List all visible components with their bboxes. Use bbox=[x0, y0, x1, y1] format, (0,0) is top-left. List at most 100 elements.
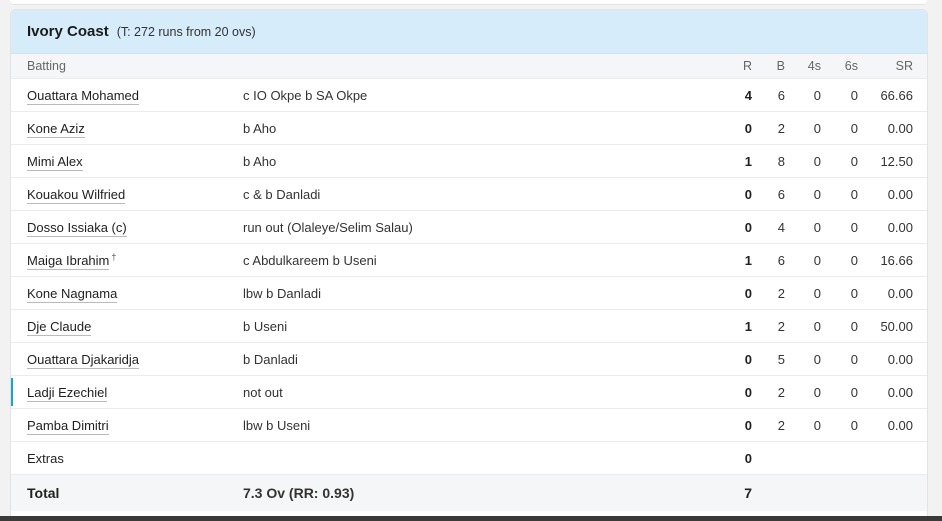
batter-row: Kone Nagnama lbw b Danladi 0 2 0 0 0.00 bbox=[11, 277, 927, 310]
batter-row: Dje Claude b Useni 1 2 0 0 50.00 bbox=[11, 310, 927, 343]
strike-rate: 0.00 bbox=[887, 285, 913, 301]
total-runs: 7 bbox=[744, 485, 752, 501]
runs: 1 bbox=[744, 153, 752, 169]
total-overs: 7.3 Ov (RR: 0.93) bbox=[243, 485, 355, 501]
batter-row: Mimi Alex b Aho 1 8 0 0 12.50 bbox=[11, 145, 927, 178]
sixes: 0 bbox=[850, 318, 858, 334]
batting-column-headers: Batting R B 4s 6s SR bbox=[11, 54, 927, 79]
batter-name-cell[interactable]: Mimi Alex bbox=[11, 153, 243, 171]
strike-rate: 0.00 bbox=[887, 186, 913, 202]
balls: 6 bbox=[777, 252, 785, 268]
balls: 2 bbox=[777, 417, 785, 433]
balls: 6 bbox=[777, 186, 785, 202]
extras-value: 0 bbox=[744, 450, 752, 466]
batter-name-cell[interactable]: Ladji Ezechiel bbox=[11, 384, 243, 402]
strike-rate: 16.66 bbox=[880, 252, 913, 268]
dismissal: b Danladi bbox=[243, 351, 298, 367]
extras-row: Extras 0 bbox=[11, 442, 927, 475]
balls: 4 bbox=[777, 219, 785, 235]
balls: 2 bbox=[777, 318, 785, 334]
dismissal: b Useni bbox=[243, 318, 288, 334]
fours: 0 bbox=[813, 318, 821, 334]
balls: 2 bbox=[777, 120, 785, 136]
batter-name-cell[interactable]: Ouattara Djakaridja bbox=[11, 351, 243, 369]
batter-name-link[interactable]: Dje Claude bbox=[27, 318, 92, 336]
col-strike-rate: SR bbox=[895, 59, 913, 73]
batter-row: Ouattara Djakaridja b Danladi 0 5 0 0 0.00 bbox=[11, 343, 927, 376]
wicketkeeper-icon: † bbox=[111, 251, 117, 262]
batter-row: Maiga Ibrahim † c Abdulkareem b Useni 1 6 0 0 1… bbox=[11, 244, 927, 277]
batter-name-cell[interactable]: Kone Aziz bbox=[11, 120, 243, 138]
previous-card-edge bbox=[10, 0, 927, 5]
runs: 1 bbox=[744, 252, 752, 268]
dismissal: c Abdulkareem b Useni bbox=[243, 252, 377, 268]
balls: 2 bbox=[777, 384, 785, 400]
runs: 0 bbox=[744, 285, 752, 301]
runs: 1 bbox=[744, 318, 752, 334]
sixes: 0 bbox=[850, 351, 858, 367]
batter-name-link[interactable]: Ouattara Mohamed bbox=[27, 87, 140, 105]
batter-name-link[interactable]: Ouattara Djakaridja bbox=[27, 351, 139, 369]
batter-row: Pamba Dimitri lbw b Useni 0 2 0 0 0.00 bbox=[11, 409, 927, 442]
batter-name-link[interactable]: Maiga Ibrahim bbox=[27, 253, 110, 271]
extras-label: Extras bbox=[27, 450, 64, 466]
batter-name-link[interactable]: Ladji Ezechiel bbox=[27, 384, 108, 402]
col-sixes: 6s bbox=[844, 59, 858, 73]
runs: 0 bbox=[744, 384, 752, 400]
batter-name-link[interactable]: Kone Nagnama bbox=[27, 285, 118, 303]
fours: 0 bbox=[813, 417, 821, 433]
batter-name-cell[interactable]: Kone Nagnama bbox=[11, 285, 243, 303]
fours: 0 bbox=[813, 120, 821, 136]
sixes: 0 bbox=[850, 252, 858, 268]
sixes: 0 bbox=[850, 417, 858, 433]
batter-name-cell[interactable]: Maiga Ibrahim † bbox=[11, 251, 243, 271]
dismissal: c & b Danladi bbox=[243, 186, 321, 202]
dismissal: not out bbox=[243, 384, 283, 400]
batter-name-cell[interactable]: Pamba Dimitri bbox=[11, 417, 243, 435]
strike-rate: 50.00 bbox=[880, 318, 913, 334]
batter-name-link[interactable]: Mimi Alex bbox=[27, 153, 83, 171]
batter-name-cell[interactable]: Kouakou Wilfried bbox=[11, 186, 243, 204]
batter-name-cell[interactable]: Dosso Issiaka (c) bbox=[11, 219, 243, 237]
batter-name-link[interactable]: Pamba Dimitri bbox=[27, 417, 109, 435]
batter-name-cell[interactable]: Ouattara Mohamed bbox=[11, 87, 243, 105]
batter-name-link[interactable]: Kone Aziz bbox=[27, 120, 85, 138]
fours: 0 bbox=[813, 285, 821, 301]
sixes: 0 bbox=[850, 384, 858, 400]
balls: 8 bbox=[777, 153, 785, 169]
batter-row: Ladji Ezechiel not out 0 2 0 0 0.00 bbox=[11, 376, 927, 409]
strike-rate: 12.50 bbox=[880, 153, 913, 169]
balls: 5 bbox=[777, 351, 785, 367]
dismissal: lbw b Danladi bbox=[243, 285, 322, 301]
sixes: 0 bbox=[850, 87, 858, 103]
team-name: Ivory Coast bbox=[27, 23, 109, 40]
total-label: Total bbox=[27, 485, 60, 501]
scorecard-innings: Ivory Coast (T: 272 runs from 20 ovs) Ba… bbox=[10, 9, 928, 521]
balls: 6 bbox=[777, 87, 785, 103]
dismissal: run out (Olaleye/Selim Salau) bbox=[243, 219, 413, 235]
runs: 0 bbox=[744, 219, 752, 235]
batter-row: Kone Aziz b Aho 0 2 0 0 0.00 bbox=[11, 112, 927, 145]
fours: 0 bbox=[813, 153, 821, 169]
dismissal: c IO Okpe b SA Okpe bbox=[243, 87, 368, 103]
batter-name-cell[interactable]: Dje Claude bbox=[11, 318, 243, 336]
sixes: 0 bbox=[850, 219, 858, 235]
sixes: 0 bbox=[850, 153, 858, 169]
bottom-taskbar-edge bbox=[0, 516, 942, 521]
batter-name-link[interactable]: Dosso Issiaka (c) bbox=[27, 219, 127, 237]
batter-row: Kouakou Wilfried c & b Danladi 0 6 0 0 0.00 bbox=[11, 178, 927, 211]
runs: 0 bbox=[744, 186, 752, 202]
runs: 0 bbox=[744, 120, 752, 136]
strike-rate: 0.00 bbox=[887, 219, 913, 235]
batter-name-link[interactable]: Kouakou Wilfried bbox=[27, 186, 126, 204]
innings-header[interactable]: Ivory Coast (T: 272 runs from 20 ovs) bbox=[11, 10, 927, 54]
strike-rate: 66.66 bbox=[880, 87, 913, 103]
col-batting: Batting bbox=[27, 59, 66, 73]
col-runs: R bbox=[742, 59, 752, 73]
strike-rate: 0.00 bbox=[887, 120, 913, 136]
batter-row: Ouattara Mohamed c IO Okpe b SA Okpe 4 6 0 0 6… bbox=[11, 79, 927, 112]
sixes: 0 bbox=[850, 285, 858, 301]
col-balls: B bbox=[776, 59, 785, 73]
target-info: (T: 272 runs from 20 ovs) bbox=[116, 24, 256, 39]
fours: 0 bbox=[813, 87, 821, 103]
